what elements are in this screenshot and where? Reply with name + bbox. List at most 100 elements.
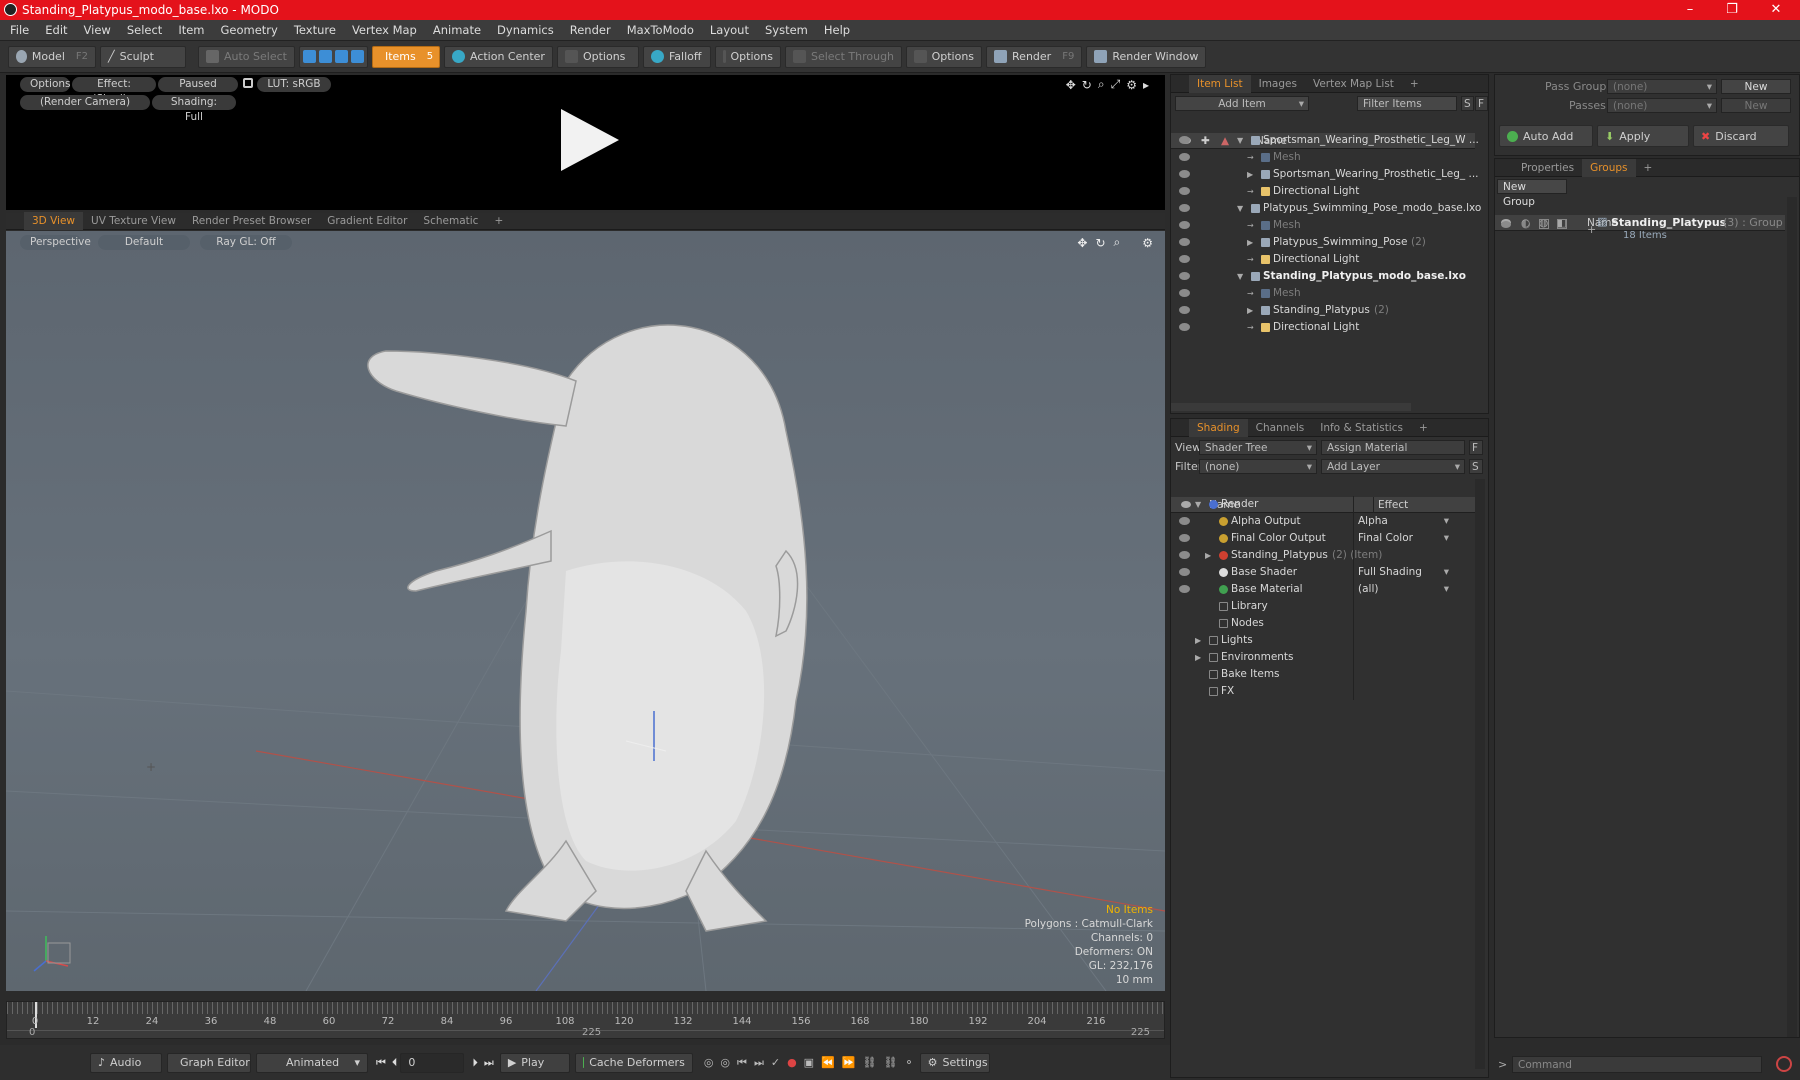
cache-deformers-button[interactable]: Cache Deformers	[574, 1052, 693, 1073]
lock-toggle[interactable]	[1539, 219, 1549, 229]
eye-icon[interactable]	[1179, 568, 1190, 576]
shader-row[interactable]: Library	[1171, 598, 1488, 615]
step-back-icon[interactable]: ⏪	[821, 1056, 835, 1069]
expand-arrow-icon[interactable]: ▼	[1237, 200, 1243, 217]
render-options-button[interactable]: Options	[20, 77, 71, 92]
item-row[interactable]: → Mesh	[1171, 285, 1488, 302]
expand-arrow-icon[interactable]: ▶	[1195, 632, 1201, 649]
render-button[interactable]: Render F9	[986, 45, 1083, 68]
render-toggle-icon[interactable]: ◐	[1521, 217, 1531, 230]
tab-info-statistics[interactable]: Info & Statistics	[1312, 419, 1411, 437]
add-tab-button[interactable]: +	[1402, 75, 1427, 93]
tab-images[interactable]: Images	[1251, 75, 1305, 93]
shader-row[interactable]: Nodes	[1171, 615, 1488, 632]
expand-icon[interactable]: +	[1587, 223, 1596, 236]
prev-keyframe-icon[interactable]: ⏮	[737, 1056, 747, 1070]
shader-row[interactable]: Alpha Output Alpha ▾	[1171, 513, 1488, 530]
eye-icon[interactable]	[1501, 221, 1511, 228]
add-tab-button[interactable]: +	[486, 212, 511, 230]
command-input[interactable]: Command	[1512, 1056, 1762, 1073]
item-row[interactable]: ▼ Sportsman_Wearing_Prosthetic_Leg_W ...	[1171, 132, 1488, 149]
shader-row[interactable]: Bake Items	[1171, 666, 1488, 683]
new-pass-button[interactable]: New	[1721, 98, 1791, 113]
menu-vertex-map[interactable]: Vertex Map	[344, 20, 425, 41]
group-row[interactable]: ◐ + ▨ Standing_Platypus (3) : Group 18 I…	[1495, 215, 1785, 249]
select-through-options-button[interactable]: Options	[906, 45, 983, 68]
vertical-scrollbar[interactable]	[1787, 197, 1797, 1037]
go-to-start-icon[interactable]: ⏮	[376, 1056, 386, 1070]
shader-row[interactable]: FX	[1171, 683, 1488, 700]
pan-icon[interactable]: ✥	[1077, 236, 1087, 250]
expand-arrow-icon[interactable]: ▶	[1247, 234, 1253, 251]
expand-arrow-icon[interactable]: ▶	[1195, 649, 1201, 666]
eye-icon[interactable]	[1179, 272, 1190, 280]
assign-f-button[interactable]: F	[1469, 440, 1483, 455]
render-preview[interactable]: Options Effect: (Shadi... Paused LUT: sR…	[6, 75, 1165, 210]
render-window-button[interactable]: Render Window	[1086, 45, 1207, 68]
eye-icon[interactable]	[1179, 153, 1190, 161]
add-tab-button[interactable]: +	[1636, 159, 1661, 177]
paused-toggle[interactable]: Paused	[158, 77, 238, 92]
shader-row[interactable]: Final Color Output Final Color ▾	[1171, 530, 1488, 547]
eye-icon[interactable]	[1179, 323, 1190, 331]
tab-3d-view[interactable]: 3D View	[24, 212, 84, 230]
eye-icon[interactable]	[1179, 551, 1190, 559]
step-forward-icon[interactable]: ⏩	[842, 1056, 856, 1069]
tab-shading[interactable]: Shading	[1189, 418, 1248, 437]
eye-icon[interactable]	[1179, 136, 1190, 144]
apply-button[interactable]: ⬇ Apply	[1597, 125, 1689, 147]
menu-item[interactable]: Item	[170, 20, 212, 41]
effect-dropdown[interactable]: (all) ▾	[1353, 581, 1453, 598]
key-all-icon[interactable]: ◎	[720, 1056, 730, 1069]
eye-icon[interactable]	[1179, 221, 1190, 229]
expand-arrow-icon[interactable]: ▼	[1237, 132, 1243, 149]
eye-icon[interactable]	[1179, 534, 1190, 542]
add-layer-dropdown[interactable]: Add Layer	[1321, 459, 1465, 475]
eye-icon[interactable]	[1179, 306, 1190, 314]
previous-key-icon[interactable]: ⏴	[392, 1056, 398, 1070]
eye-icon[interactable]	[1179, 255, 1190, 263]
animated-dropdown[interactable]: Animated ▾	[256, 1052, 368, 1073]
next-key-icon[interactable]: ⏵	[472, 1056, 478, 1070]
filter-key-icon[interactable]: ⚬	[904, 1056, 913, 1069]
materials-mode-icon[interactable]	[350, 50, 364, 63]
eye-icon[interactable]	[1179, 238, 1190, 246]
action-center-button[interactable]: Action Center	[443, 45, 553, 68]
eye-icon[interactable]	[1179, 585, 1190, 593]
menu-file[interactable]: File	[0, 20, 37, 41]
platypus-model[interactable]	[367, 324, 808, 932]
vertices-mode-icon[interactable]	[302, 50, 316, 63]
new-pass-group-button[interactable]: New	[1721, 79, 1791, 94]
falloff-options-button[interactable]: Options	[714, 45, 781, 68]
effect-dropdown[interactable]: Full Shading ▾	[1353, 564, 1453, 581]
key-icon[interactable]: ◎	[704, 1056, 714, 1069]
eye-icon[interactable]	[1179, 289, 1190, 297]
item-row[interactable]: → Mesh	[1171, 149, 1488, 166]
tab-properties[interactable]: Properties	[1513, 159, 1582, 177]
raygl-dropdown[interactable]: Ray GL: Off	[200, 235, 292, 250]
add-layer-s-button[interactable]: S	[1469, 459, 1483, 474]
3d-viewport[interactable]: + Perspective Default Ray GL: Off ✥ ↻ ⌕ ⚙ N…	[6, 231, 1165, 991]
timeline[interactable]: 0 12 24 36 48 60 72 84 96 108 120 132 14…	[6, 1001, 1165, 1039]
tab-uv-texture-view[interactable]: UV Texture View	[83, 212, 184, 230]
shader-row[interactable]: Base Shader Full Shading ▾	[1171, 564, 1488, 581]
style-dropdown[interactable]: Default	[98, 235, 190, 250]
menu-select[interactable]: Select	[119, 20, 170, 41]
add-tab-button[interactable]: +	[1411, 419, 1436, 437]
auto-select-button[interactable]: Auto Select	[198, 45, 295, 68]
expand-arrow-icon[interactable]: ▶	[1247, 166, 1253, 183]
item-row[interactable]: ▼ Standing_Platypus_modo_base.lxo	[1171, 268, 1488, 285]
orbit-icon[interactable]: ↻	[1095, 236, 1105, 250]
maximize-icon[interactable]: ⤢	[1111, 77, 1121, 92]
item-row[interactable]: → Directional Light	[1171, 251, 1488, 268]
new-group-button[interactable]: New Group	[1497, 179, 1567, 208]
filter-items-input[interactable]: Filter Items	[1357, 96, 1457, 111]
select-toggle[interactable]	[1557, 219, 1567, 229]
perspective-dropdown[interactable]: Perspective	[20, 235, 91, 250]
tab-vertex-map-list[interactable]: Vertex Map List	[1305, 75, 1402, 93]
tab-item-list[interactable]: Item List	[1189, 74, 1251, 93]
shader-row[interactable]: ▶ Lights	[1171, 632, 1488, 649]
expand-arrow-icon[interactable]: ▼	[1195, 496, 1201, 513]
menu-view[interactable]: View	[76, 20, 119, 41]
menu-edit[interactable]: Edit	[37, 20, 75, 41]
